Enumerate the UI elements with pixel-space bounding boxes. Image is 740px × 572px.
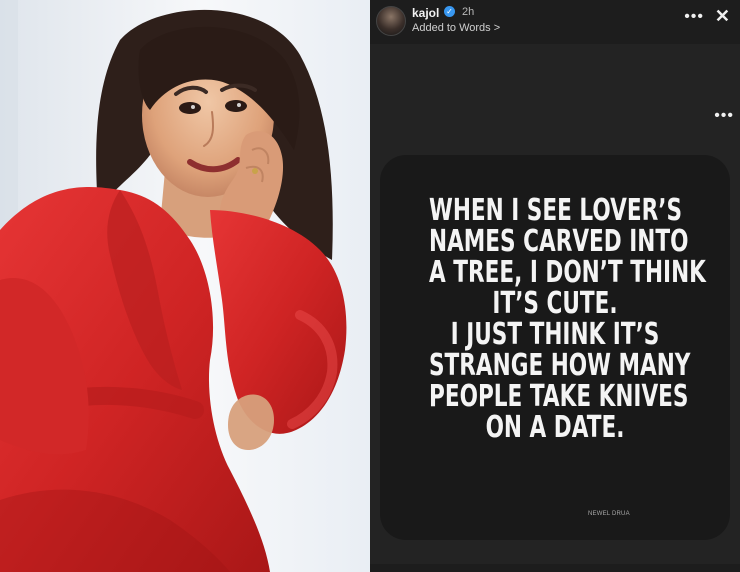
portrait-photo	[0, 0, 370, 572]
quote-line: PEOPLE TAKE KNIVES	[429, 379, 689, 414]
quote-line: I JUST THINK IT’S	[450, 317, 660, 352]
quote-line: ON A DATE.	[485, 410, 625, 445]
story-header: kajol ✓ 2h Added to Words > ••• ✕	[370, 0, 740, 44]
quote-line: NAMES CARVED INTO	[429, 224, 689, 259]
more-options-icon[interactable]: •••	[684, 8, 704, 26]
close-icon[interactable]: ✕	[715, 6, 730, 27]
story-more-options-icon[interactable]: •••	[714, 107, 734, 125]
story-subtitle[interactable]: Added to Words >	[412, 22, 500, 34]
quote-card: WHEN I SEE LOVER’S NAMES CARVED INTO A T…	[380, 155, 730, 540]
quote-line: WHEN I SEE LOVER’S	[429, 193, 683, 228]
quote-line: A TREE, I DON’T THINK	[429, 255, 706, 290]
story-username[interactable]: kajol	[412, 6, 439, 20]
story-time: 2h	[462, 6, 475, 18]
quote-signature: NEWEL DRUA	[588, 511, 630, 517]
story-bottom-bar	[370, 564, 740, 572]
quote-text: WHEN I SEE LOVER’S NAMES CARVED INTO A T…	[429, 193, 706, 445]
verified-badge-icon: ✓	[444, 6, 455, 17]
story-panel: kajol ✓ 2h Added to Words > ••• ✕ ••• WH…	[370, 0, 740, 572]
profile-avatar[interactable]	[376, 6, 406, 36]
portrait-illustration	[0, 0, 370, 572]
screenshot-frame: kajol ✓ 2h Added to Words > ••• ✕ ••• WH…	[0, 0, 740, 572]
quote-line: STRANGE HOW MANY	[429, 348, 691, 383]
quote-line: IT’S CUTE.	[492, 286, 618, 321]
